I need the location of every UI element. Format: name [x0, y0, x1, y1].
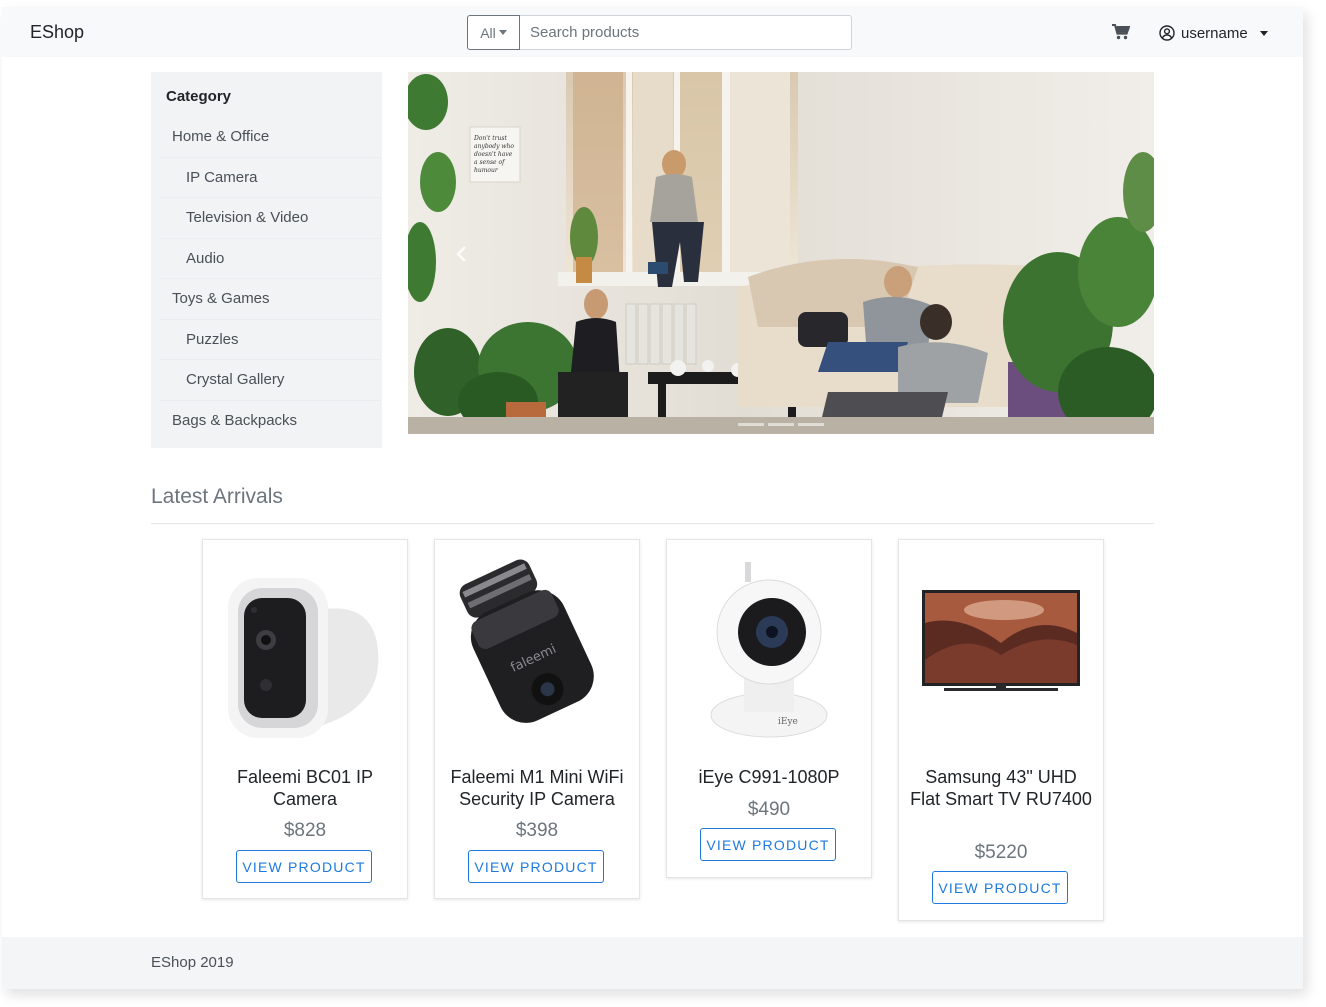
- carousel-prev-button[interactable]: [454, 244, 470, 264]
- category-item-bags-backpacks[interactable]: Bags & Backpacks: [159, 401, 381, 442]
- navbar: EShop All username: [2, 7, 1303, 57]
- search-input[interactable]: [520, 15, 852, 50]
- category-select[interactable]: All: [467, 15, 520, 50]
- product-price: $490: [747, 799, 791, 820]
- note-line-2: anybody who: [474, 143, 514, 150]
- chevron-left-icon: [456, 246, 466, 262]
- product-card: faleemi Faleemi M1 Mini WiFi Security IP…: [434, 539, 640, 899]
- view-product-button[interactable]: VIEW PRODUCT: [932, 871, 1068, 904]
- note-line-5: humour: [474, 167, 499, 174]
- product-image: [228, 578, 379, 738]
- product-price: $828: [283, 820, 327, 841]
- username-label: username: [1181, 24, 1248, 42]
- chevron-down-icon: [498, 30, 507, 35]
- view-product-button[interactable]: VIEW PRODUCT: [468, 850, 604, 883]
- product-image: [922, 590, 1080, 691]
- user-menu[interactable]: username: [1159, 23, 1268, 43]
- category-item-ip-camera[interactable]: IP Camera: [159, 158, 381, 198]
- search-group: All: [467, 15, 852, 50]
- product-name[interactable]: Faleemi M1 Mini WiFi Security IP Camera: [445, 766, 629, 810]
- category-item-toys-games[interactable]: Toys & Games: [159, 279, 381, 320]
- carousel-indicator[interactable]: [738, 423, 764, 426]
- chevron-down-icon: [1259, 30, 1268, 36]
- note-line-4: a sense of: [474, 159, 506, 166]
- product-card: Faleemi BC01 IP Camera $828 VIEW PRODUCT: [202, 539, 408, 899]
- product-price: $5220: [974, 842, 1028, 863]
- user-circle-icon: [1159, 25, 1175, 41]
- product-name[interactable]: Samsung 43" UHD Flat Smart TV RU7400: [909, 766, 1093, 810]
- product-image: faleemi: [459, 559, 594, 723]
- carousel-indicator[interactable]: [798, 423, 824, 426]
- product-card: iEye iEye C991-1080P $490 VIEW PRODUCT: [666, 539, 872, 878]
- carousel-indicator[interactable]: [768, 423, 794, 426]
- product-card: Samsung 43" UHD Flat Smart TV RU7400 $52…: [898, 539, 1104, 921]
- hero-carousel[interactable]: Don't trust anybody who doesn't have a s…: [408, 72, 1154, 434]
- category-sidebar: Category Home & Office IP Camera Televis…: [151, 72, 382, 448]
- carousel-indicators: [738, 423, 824, 426]
- category-item-television-video[interactable]: Television & Video: [159, 198, 381, 239]
- brand-logo[interactable]: EShop: [30, 22, 84, 43]
- hero-image: Don't trust anybody who doesn't have a s…: [408, 72, 1154, 434]
- latest-arrivals-title: Latest Arrivals: [151, 485, 283, 508]
- view-product-button[interactable]: VIEW PRODUCT: [700, 828, 836, 861]
- category-select-label: All: [480, 24, 496, 41]
- category-item-puzzles[interactable]: Puzzles: [159, 320, 381, 360]
- footer-text: EShop 2019: [151, 954, 234, 971]
- product-name[interactable]: iEye C991-1080P: [677, 766, 861, 788]
- category-list: Home & Office IP Camera Television & Vid…: [159, 117, 381, 441]
- cart-icon[interactable]: [1112, 24, 1131, 40]
- note-line-1: Don't trust: [473, 135, 507, 142]
- sidebar-title: Category: [166, 88, 232, 105]
- product-name[interactable]: Faleemi BC01 IP Camera: [213, 766, 397, 810]
- category-item-crystal-gallery[interactable]: Crystal Gallery: [159, 360, 381, 401]
- note-line-3: doesn't have: [474, 151, 513, 158]
- category-item-home-office[interactable]: Home & Office: [159, 117, 381, 158]
- product-logo: iEye: [778, 717, 798, 727]
- footer: EShop 2019: [2, 937, 1303, 989]
- page: EShop All username: [2, 7, 1303, 989]
- view-product-button[interactable]: VIEW PRODUCT: [236, 850, 372, 883]
- category-item-audio[interactable]: Audio: [159, 239, 381, 279]
- section-divider: [151, 523, 1154, 524]
- product-price: $398: [515, 820, 559, 841]
- product-image: iEye: [710, 562, 828, 738]
